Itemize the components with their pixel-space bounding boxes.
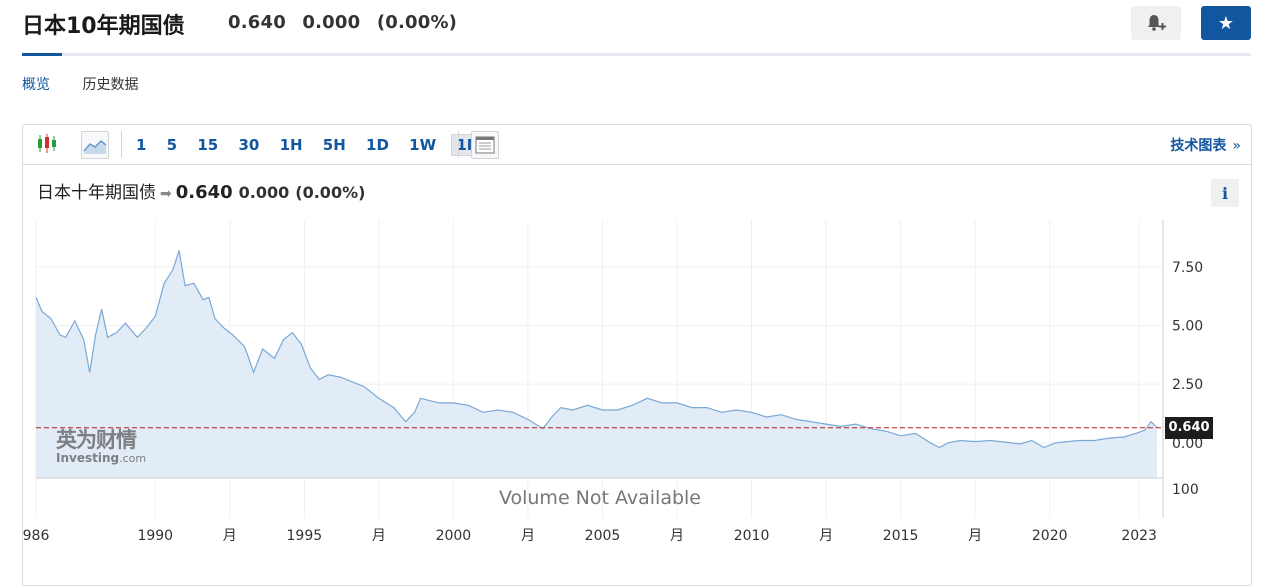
x-tick-label: 986 [23,528,50,544]
x-tick-label: 2023 [1121,528,1157,544]
investing-logo: 英为财情 Investing.com [56,424,146,465]
x-tick-label: 月 [670,528,684,544]
x-tick-label: 2010 [734,528,770,544]
x-tick-label: 月 [223,528,237,544]
volume-axis-tick: 100 [1172,482,1199,498]
watermark-en: Investing [56,451,120,465]
volume-unavailable-note: Volume Not Available [499,487,701,509]
x-tick-label: 1995 [287,528,323,544]
y-tick-label: 5.00 [1172,319,1203,335]
x-tick-label: 月 [372,528,386,544]
watermark-en-suffix: .com [119,452,147,465]
x-tick-label: 月 [521,528,535,544]
x-axis-ticks: 986 1990 月 1995 月 2000 月 2005 月 2010 月 2015 月 2020 202… [23,528,1157,544]
price-chart[interactable]: 7.505.002.500.00 986 1990 月 1995 月 2000 月 2005 月… [0,0,1268,567]
x-tick-label: 月 [968,528,982,544]
y-tick-label: 2.50 [1172,377,1203,393]
price-area [36,250,1157,478]
watermark-cn: 英为财情 [56,428,137,452]
x-tick-label: 2005 [585,528,621,544]
x-tick-label: 2020 [1032,528,1068,544]
x-tick-label: 2000 [436,528,472,544]
last-price-marker: 0.640 [1165,416,1213,439]
y-tick-label: 7.50 [1172,260,1203,276]
x-tick-label: 月 [819,528,833,544]
x-tick-label: 2015 [883,528,919,544]
x-tick-label: 1990 [137,528,173,544]
